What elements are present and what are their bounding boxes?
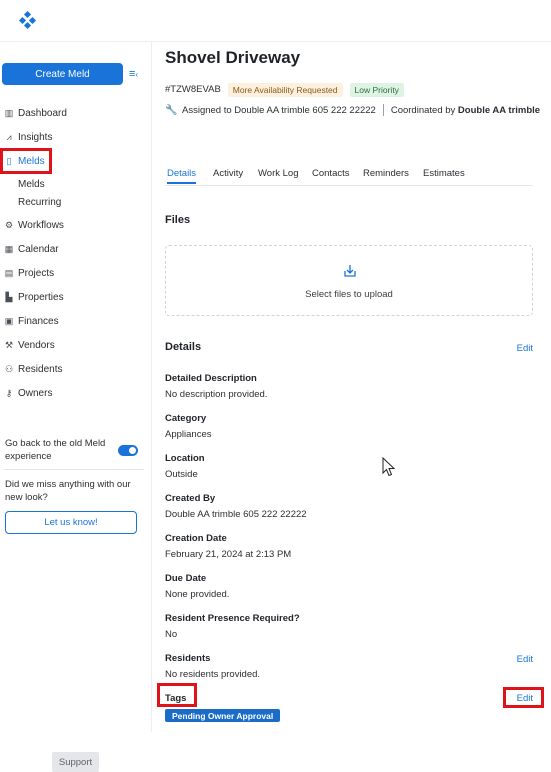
create-meld-button[interactable]: Create Meld: [2, 63, 123, 85]
file-dropzone[interactable]: Select files to upload: [165, 245, 533, 316]
tab-details[interactable]: Details: [167, 168, 197, 184]
sidebar-item-properties[interactable]: ▙ Properties: [4, 289, 64, 305]
details-edit-link[interactable]: Edit: [517, 343, 533, 354]
vendors-icon: ⚒: [4, 339, 14, 350]
sidebar-item-label: Projects: [18, 267, 55, 279]
workflows-icon: ⚙: [4, 219, 14, 230]
projects-icon: ▤: [4, 267, 14, 278]
residents-icon: ⚇: [4, 363, 14, 374]
dashboard-icon: ▥: [4, 107, 14, 118]
priority-badge: Low Priority: [349, 82, 404, 97]
sidebar-item-vendors[interactable]: ⚒ Vendors: [4, 337, 55, 353]
sidebar-item-projects[interactable]: ▤ Projects: [4, 265, 54, 281]
sidebar-item-label: Insights: [18, 131, 53, 143]
properties-icon: ▙: [5, 291, 13, 302]
assigned-text: Assigned to Double AA trimble 605 222 22…: [182, 104, 376, 116]
meld-logo-icon[interactable]: [18, 11, 36, 29]
upload-prompt: Select files to upload: [305, 289, 393, 300]
old-experience-label: Go back to the old Meld experience: [5, 438, 106, 462]
field-value-due-date: None provided.: [165, 589, 230, 600]
sidebar-item-calendar[interactable]: ▦ Calendar: [4, 241, 59, 257]
sidebar-item-label: Finances: [18, 315, 59, 327]
sidebar-item-label: Residents: [18, 363, 63, 375]
owners-icon: ⚷: [5, 387, 13, 398]
old-experience-toggle[interactable]: [118, 445, 138, 456]
field-label-category: Category: [165, 413, 207, 424]
sidebar-item-residents[interactable]: ⚇ Residents: [4, 361, 63, 377]
page-title: Shovel Driveway: [165, 48, 301, 67]
sidebar-divider-line: [151, 42, 152, 732]
meld-meta-row: #TZW8EVAB More Availability Requested Lo…: [165, 82, 411, 97]
sidebar-item-owners[interactable]: ⚷ Owners: [4, 385, 53, 401]
coordinator-name[interactable]: Double AA trimble: [458, 105, 540, 116]
field-label-residents: Residents: [165, 653, 211, 664]
sidebar-item-workflows[interactable]: ⚙ Workflows: [4, 217, 64, 233]
tab-reminders[interactable]: Reminders: [363, 168, 409, 179]
separator: [382, 104, 384, 116]
tags-highlight-box: [157, 683, 197, 707]
residents-edit-link[interactable]: Edit: [517, 654, 533, 665]
sidebar-item-label: Owners: [18, 387, 53, 399]
sidebar-item-finances[interactable]: ▣ Finances: [4, 313, 59, 329]
field-value-category: Appliances: [165, 429, 212, 440]
field-label-creation-date: Creation Date: [165, 533, 227, 544]
coordinated-prefix: Coordinated by: [390, 104, 456, 116]
sidebar-item-label: Dashboard: [18, 107, 67, 119]
detail-tabs: Details Activity Work Log Contacts Remin…: [165, 166, 533, 186]
files-heading: Files: [165, 214, 191, 226]
field-label-due-date: Due Date: [165, 573, 207, 584]
field-label-location: Location: [165, 453, 205, 464]
upload-icon: [344, 265, 356, 277]
field-value-created-by: Double AA trimble 605 222 22222: [165, 509, 307, 520]
sidebar-subitem-recurring[interactable]: Recurring: [18, 197, 61, 208]
wrench-icon: 🔧: [165, 104, 178, 116]
calendar-icon: ▦: [4, 243, 14, 254]
field-value-description: No description provided.: [165, 389, 268, 400]
field-label-description: Detailed Description: [165, 373, 257, 384]
tab-work-log[interactable]: Work Log: [258, 168, 298, 179]
field-label-resident-presence: Resident Presence Required?: [165, 613, 300, 624]
field-value-residents: No residents provided.: [165, 669, 261, 680]
support-button[interactable]: Support: [52, 752, 99, 772]
feedback-prompt: Did we miss anything with our new look?: [5, 479, 131, 503]
assignment-row: 🔧 Assigned to Double AA trimble 605 222 …: [165, 103, 540, 117]
tags-edit-highlight-box: [503, 687, 544, 708]
collapse-sidebar-icon[interactable]: ≡‹: [129, 68, 141, 80]
tab-contacts[interactable]: Contacts: [312, 168, 350, 179]
insights-icon: ⩘: [6, 131, 12, 142]
availability-badge: More Availability Requested: [227, 82, 343, 97]
sidebar: Create Meld ≡‹ ▥ Dashboard ⩘ Insights ▯ …: [0, 42, 151, 772]
sidebar-item-label: Vendors: [18, 339, 55, 351]
sidebar-item-dashboard[interactable]: ▥ Dashboard: [4, 105, 67, 121]
sidebar-item-label: Properties: [18, 291, 64, 303]
details-heading: Details: [165, 341, 202, 353]
tab-activity[interactable]: Activity: [213, 168, 243, 179]
sidebar-item-label: Workflows: [18, 219, 64, 231]
sidebar-item-label: Calendar: [18, 243, 59, 255]
melds-highlight-box: [0, 148, 52, 174]
field-value-location: Outside: [165, 469, 198, 480]
mouse-cursor-icon: [382, 457, 396, 477]
top-bar: [0, 0, 551, 42]
meld-reference: #TZW8EVAB: [165, 84, 221, 95]
field-label-created-by: Created By: [165, 493, 216, 504]
sidebar-item-insights[interactable]: ⩘ Insights: [4, 129, 52, 145]
field-value-creation-date: February 21, 2024 at 2:13 PM: [165, 549, 292, 560]
let-us-know-button[interactable]: Let us know!: [5, 511, 137, 534]
tag-pending-owner-approval: Pending Owner Approval: [165, 709, 281, 722]
field-value-resident-presence: No: [165, 629, 178, 640]
tab-estimates[interactable]: Estimates: [423, 168, 465, 179]
sidebar-subitem-melds[interactable]: Melds: [18, 179, 45, 190]
sidebar-divider: [4, 469, 144, 470]
finances-icon: ▣: [4, 315, 14, 326]
